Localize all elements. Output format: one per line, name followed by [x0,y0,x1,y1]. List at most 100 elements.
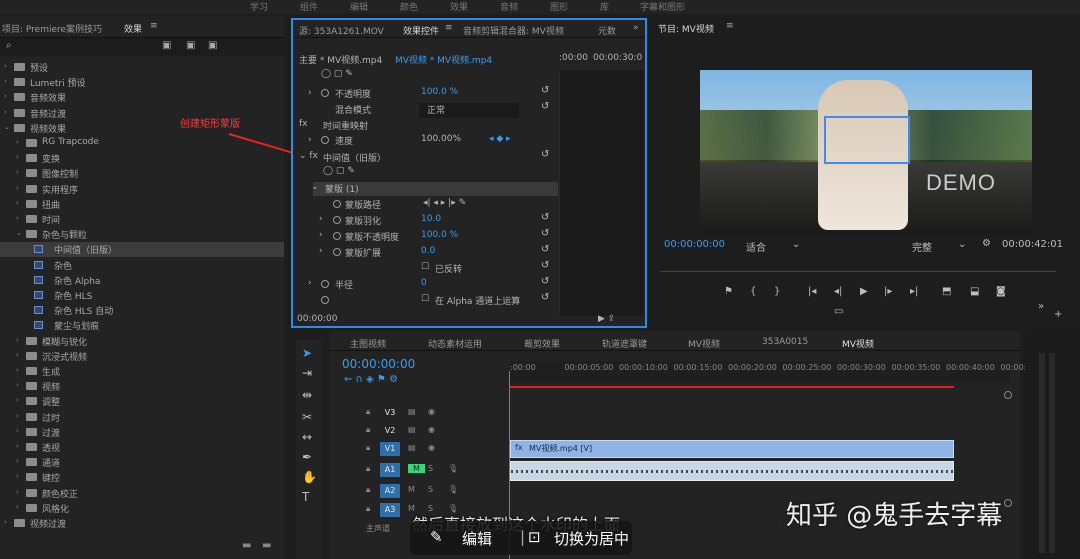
scroll-handle-bottom[interactable] [1004,499,1012,507]
opacity-value[interactable]: 100.0 % [421,87,458,102]
audio-clip[interactable] [510,461,954,481]
chevron-down-icon[interactable]: ⌄ [792,239,800,250]
menu-learn[interactable]: 学习 [250,0,268,13]
keyframe-nav[interactable]: ◂ ◆ ▸ [489,134,511,149]
effects-tree-item[interactable]: › 透视 [0,440,284,455]
effects-tree-item[interactable]: › 时间 [0,212,284,227]
lock-icon[interactable]: 🔒︎ [366,407,370,417]
mask-tools[interactable]: ◯ ▢ ✎ [323,166,355,181]
work-area-bar[interactable] [510,386,954,388]
reset-icon[interactable]: ↺ [541,212,549,223]
tab-effects[interactable]: 效果 [124,22,142,35]
effects-tree-item[interactable]: › 过时 [0,410,284,425]
effects-tree-item[interactable]: 杂色 HLS [0,288,284,303]
timeline-timecode[interactable]: 00:00:00:00 [342,357,415,371]
extract-icon[interactable]: ⬓ [970,286,979,297]
time-ruler[interactable]: :00:00 00:00:05:00 00:00:10:00 00:00:15:00 0… [510,361,1044,383]
chevron-right-icon[interactable]: › [319,246,323,261]
track-target-button[interactable]: V2 [380,424,400,438]
reset-icon[interactable]: ↺ [541,292,549,303]
stopwatch-icon[interactable] [321,136,329,144]
effects-tree-item[interactable]: › 键控 [0,470,284,485]
chevron-right-icon[interactable]: › [319,214,323,229]
lock-icon[interactable]: 🔒︎ [366,425,370,435]
chevron-right-icon[interactable]: › [4,77,7,85]
effects-tree-item[interactable]: › 扭曲 [0,197,284,212]
sync-lock-icon[interactable]: ▤ [408,407,416,416]
stopwatch-icon[interactable] [333,200,341,208]
sync-lock-icon[interactable]: ▤ [408,425,416,434]
center-icon[interactable]: ⊡ [528,528,541,546]
effects-tree-item[interactable]: ⌄ 杂色与颗粒 [0,227,284,242]
eye-icon[interactable]: ◉ [428,407,435,416]
ec-footer-icons[interactable]: ▶ ⇪ [598,314,615,329]
track-target-button[interactable]: A3 [380,503,400,517]
chevron-right-icon[interactable]: › [16,351,19,359]
video-clip[interactable]: fx MV视频.mp4 [V] [510,440,954,458]
chevron-down-icon[interactable]: ⌄ fx [299,151,318,166]
alpha-checkbox[interactable]: ☐ [421,294,429,309]
chevron-down-icon[interactable]: ⌄ [958,239,966,250]
32bit-effects-icon[interactable]: ▣ [186,40,195,51]
scroll-handle-top[interactable] [1004,391,1012,399]
tab-metadata[interactable]: 元数 [598,24,616,37]
chevron-right-icon[interactable]: › [308,278,312,293]
sequence-clip-label[interactable]: MV视频 * MV视频.mp4 [395,53,492,68]
blend-mode-select[interactable]: 正常 [419,103,519,118]
mute-icon[interactable]: M [408,485,415,494]
lift-icon[interactable]: ⬒ [942,286,951,297]
radius-value[interactable]: 0 [421,278,427,293]
lock-icon[interactable]: 🔒︎ [366,485,370,495]
solo-icon[interactable]: S [428,464,433,473]
pen-tool-icon[interactable]: ✒ [302,450,312,464]
inverted-checkbox[interactable]: ☐ [421,262,429,277]
stopwatch-icon[interactable] [333,232,341,240]
go-to-in-icon[interactable]: |◂ [808,286,816,297]
menu-assembly[interactable]: 组件 [300,0,318,13]
effects-tree-item[interactable]: › 生成 [0,364,284,379]
timeline-tab[interactable]: 裁剪效果 [524,337,560,350]
program-timecode[interactable]: 00:00:00:00 [664,239,725,250]
effects-tree-item[interactable]: › 颜色校正 [0,486,284,501]
menu-effects[interactable]: 效果 [450,0,468,13]
program-menu-icon[interactable]: ≡ [726,21,734,31]
selection-tool-icon[interactable]: ➤ [302,346,312,360]
stopwatch-icon[interactable] [321,89,329,97]
chevron-right-icon[interactable]: › [16,396,19,404]
tab-source[interactable]: 源: 353A1261.MOV [299,24,384,37]
effects-tree-item[interactable]: › Lumetri 预设 [0,75,284,90]
effects-tree-item[interactable]: 中间值（旧版） [0,242,284,258]
solo-icon[interactable]: S [428,485,433,494]
track-target-button[interactable]: A2 [380,484,400,498]
chevron-right-icon[interactable]: › [308,88,312,103]
program-scrubber[interactable] [660,264,1056,272]
new-bin-icon[interactable]: ▬ [242,540,251,551]
timeline-tab[interactable]: 动态素材运用 [428,337,482,350]
effects-tree-item[interactable]: › 音频过渡 [0,106,284,121]
center-toggle-button[interactable]: 切换为居中 [554,528,629,549]
mask-feather-value[interactable]: 10.0 [421,214,441,229]
chevron-right-icon[interactable]: › [16,457,19,465]
quality-select[interactable]: 完整 [912,239,932,254]
stopwatch-icon[interactable] [333,248,341,256]
effects-tree-item[interactable]: › 实用程序 [0,182,284,197]
effects-tree-item[interactable]: 杂色 [0,258,284,273]
mask-expansion-value[interactable]: 0.0 [421,246,435,261]
tab-project[interactable]: 项目: Premiere案例技巧 [2,22,102,35]
reset-icon[interactable]: ↺ [541,276,549,287]
stopwatch-icon[interactable] [321,280,329,288]
play-icon[interactable]: ▶ [860,286,868,297]
chevron-right-icon[interactable]: › [4,62,7,70]
chevron-right-icon[interactable]: › [16,488,19,496]
chevron-right-icon[interactable]: › [16,503,19,511]
chevron-right-icon[interactable]: › [4,518,7,526]
effects-tree-item[interactable]: › 通道 [0,455,284,470]
effects-tree-item[interactable]: › 视频过渡 [0,516,284,531]
razor-icon[interactable]: ✂ [302,410,312,424]
chevron-right-icon[interactable]: › [16,153,19,161]
chevron-right-icon[interactable]: › [16,472,19,480]
reset-icon[interactable]: ↺ [541,85,549,96]
delete-icon[interactable]: ▬ [262,540,271,551]
chevron-right-icon[interactable]: › [16,199,19,207]
menu-library[interactable]: 库 [600,0,609,13]
